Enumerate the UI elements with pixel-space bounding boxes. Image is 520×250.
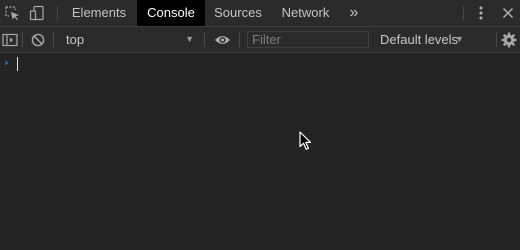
close-icon[interactable]	[498, 0, 518, 26]
toolbar-divider-3	[204, 32, 205, 47]
tab-network[interactable]: Network	[274, 0, 337, 26]
settings-gear-icon[interactable]	[500, 27, 518, 52]
execution-context-select[interactable]: top ▼	[58, 27, 200, 52]
devtools-tab-bar: Elements Console Sources Network »	[0, 0, 520, 27]
console-filter-input[interactable]	[247, 31, 369, 48]
clear-console-icon[interactable]	[29, 27, 47, 52]
kebab-menu-icon[interactable]	[472, 0, 490, 26]
toolbar-divider-2	[53, 32, 54, 47]
live-expression-eye-icon[interactable]	[212, 27, 232, 52]
tabbar-divider-right	[463, 6, 464, 20]
console-prompt-icon: ›	[3, 56, 10, 69]
mouse-pointer-icon	[299, 131, 312, 154]
tab-sources[interactable]: Sources	[205, 0, 271, 26]
toolbar-divider-4	[239, 32, 240, 47]
dropdown-caret-icon: ▼	[185, 34, 194, 44]
log-levels-label: Default levels	[380, 32, 459, 47]
console-output-area[interactable]: ›	[0, 53, 520, 250]
levels-caret-icon: ▼	[455, 34, 464, 44]
more-tabs-icon[interactable]: »	[343, 0, 365, 26]
tab-elements[interactable]: Elements	[64, 0, 134, 26]
console-text-caret[interactable]	[17, 57, 18, 71]
toolbar-divider-1	[22, 32, 23, 47]
inspect-element-icon[interactable]	[2, 0, 22, 26]
console-toolbar: top ▼ Default levels ▼	[0, 27, 520, 53]
sidebar-toggle-icon[interactable]	[1, 27, 19, 52]
tabbar-divider	[57, 6, 58, 20]
device-toolbar-icon[interactable]	[27, 0, 47, 26]
tab-console[interactable]: Console	[137, 0, 205, 26]
toolbar-divider-5	[496, 32, 497, 47]
log-levels-dropdown[interactable]: Default levels ▼	[372, 27, 494, 52]
execution-context-value: top	[66, 32, 85, 47]
